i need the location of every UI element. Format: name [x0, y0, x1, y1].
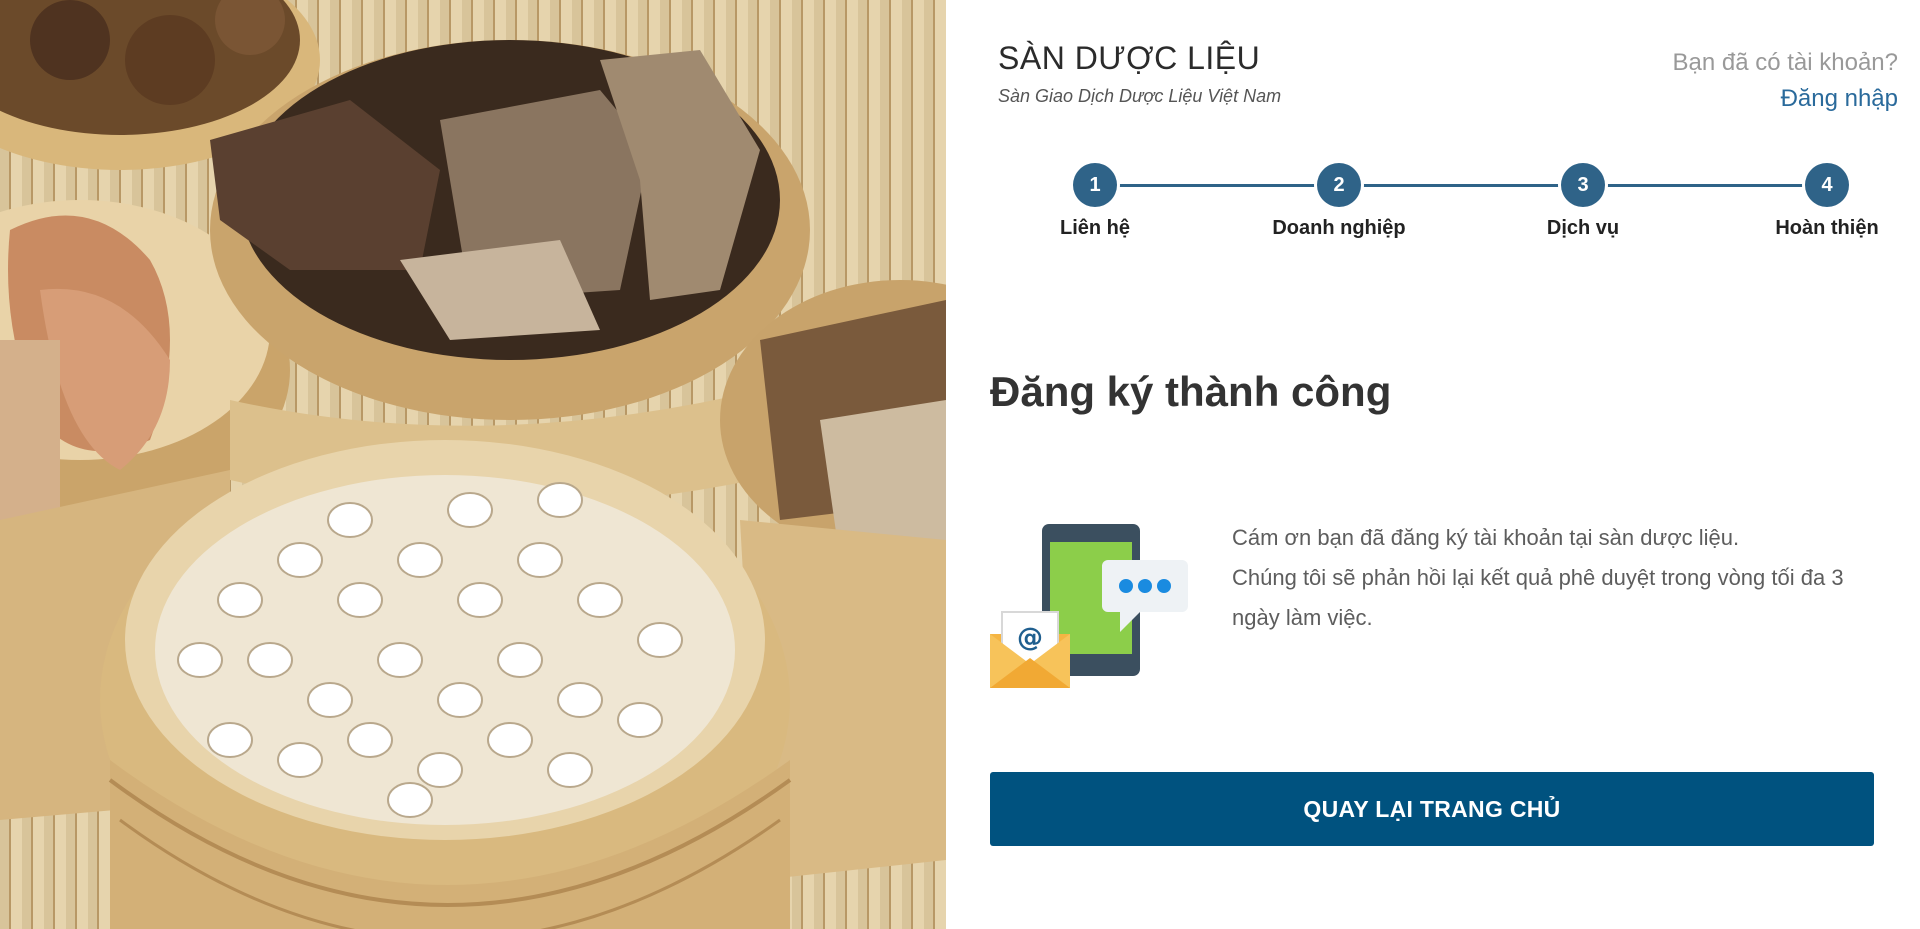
step-number: 3 — [1561, 163, 1605, 207]
step-business[interactable]: 2 Doanh nghiệp — [1259, 163, 1419, 240]
stepper-line — [1094, 184, 1827, 187]
success-message: Cám ơn bạn đã đăng ký tài khoản tại sàn … — [1232, 518, 1872, 638]
account-question: Bạn đã có tài khoản? — [1672, 49, 1898, 76]
step-number: 2 — [1317, 163, 1361, 207]
registration-stepper: 1 Liên hệ 2 Doanh nghiệp 3 Dịch vụ 4 Hoà… — [998, 160, 1898, 250]
message-line: Chúng tôi sẽ phản hồi lại kết quả phê du… — [1232, 565, 1844, 630]
success-illustration: @ — [990, 516, 1190, 701]
brand-title: SÀN DƯỢC LIỆU — [998, 40, 1261, 76]
step-number: 1 — [1073, 163, 1117, 207]
step-number: 4 — [1805, 163, 1849, 207]
step-service[interactable]: 3 Dịch vụ — [1503, 163, 1663, 240]
back-to-home-button[interactable]: QUAY LẠI TRANG CHỦ — [990, 772, 1874, 846]
step-label: Hoàn thiện — [1775, 217, 1879, 239]
step-label: Doanh nghiệp — [1272, 217, 1406, 239]
registration-panel: SÀN DƯỢC LIỆU Sàn Giao Dịch Dược Liệu Vi… — [946, 0, 1920, 929]
brand-subtitle: Sàn Giao Dịch Dược Liệu Việt Nam — [998, 86, 1282, 106]
step-label: Dịch vụ — [1546, 217, 1620, 239]
success-title: Đăng ký thành công — [990, 368, 1392, 415]
email-envelope-icon: @ — [990, 611, 1070, 688]
step-contact[interactable]: 1 Liên hệ — [1015, 163, 1175, 240]
login-link[interactable]: Đăng nhập — [1781, 85, 1898, 113]
message-line: Cám ơn bạn đã đăng ký tài khoản tại sàn … — [1232, 525, 1740, 550]
svg-text:@: @ — [1017, 623, 1043, 653]
herbal-baskets-illustration — [0, 0, 946, 929]
hero-photo — [0, 0, 946, 929]
step-complete[interactable]: 4 Hoàn thiện — [1747, 163, 1907, 240]
step-label: Liên hệ — [1059, 217, 1130, 239]
